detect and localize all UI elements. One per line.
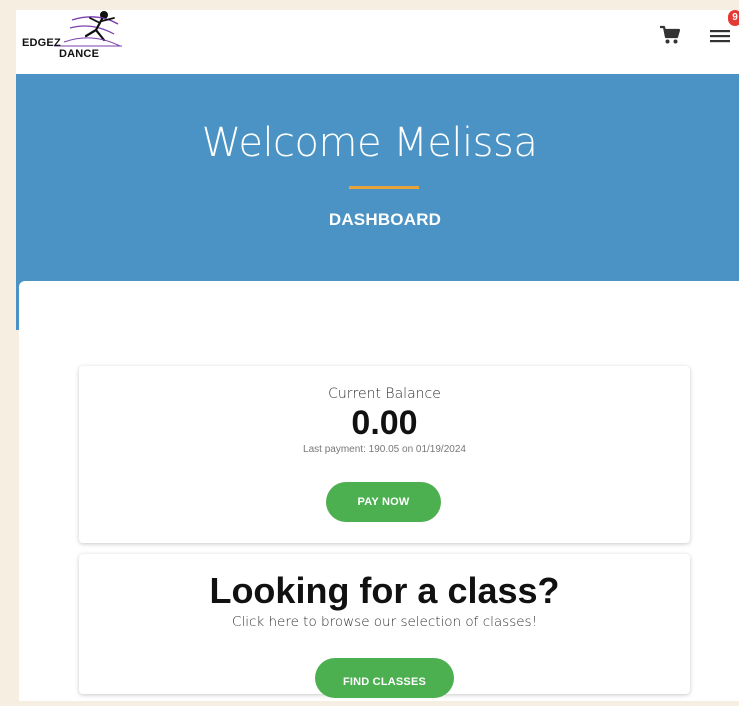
last-payment-text: Last payment: 190.05 on 01/19/2024 [303, 444, 466, 455]
title-divider [349, 186, 419, 189]
balance-card: Current Balance 0.00 Last payment: 190.0… [79, 366, 690, 543]
notification-badge: 9 [728, 10, 739, 26]
pay-now-button[interactable]: PAY NOW [326, 482, 441, 522]
find-class-heading: Looking for a class? [209, 570, 560, 611]
balance-label: Current Balance [328, 386, 441, 402]
hamburger-menu-button[interactable] [706, 22, 734, 48]
logo-text-dance: DANCE [59, 48, 100, 60]
page-title: Welcome Melissa [201, 120, 538, 166]
find-class-subtext: Click here to browse our selection of cl… [232, 614, 537, 630]
cart-button[interactable] [658, 24, 682, 46]
hamburger-menu-icon [710, 30, 730, 43]
logo-text-edgez: EDGEZ [22, 37, 61, 49]
find-classes-button[interactable]: FIND CLASSES [315, 658, 454, 698]
page-subtitle: DASHBOARD [328, 210, 442, 229]
balance-amount: 0.00 [351, 404, 418, 442]
cart-icon [660, 25, 681, 44]
top-navbar: EDGEZ DANCE 9 [16, 10, 739, 74]
dancer-logo-icon [54, 11, 122, 47]
find-class-card: Looking for a class? Click here to brows… [79, 554, 690, 698]
edgez-dance-logo[interactable]: EDGEZ DANCE [22, 10, 132, 70]
